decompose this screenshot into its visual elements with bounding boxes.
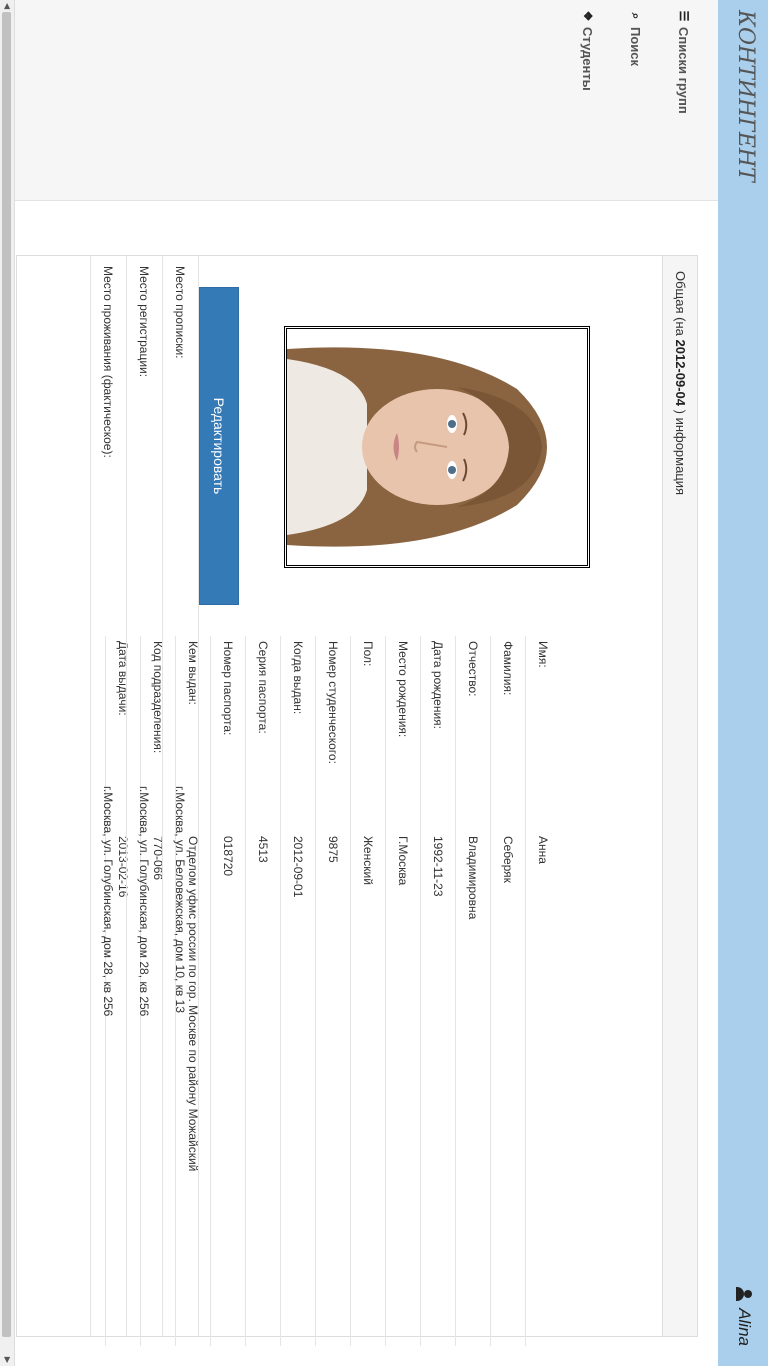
field-label: Когда выдан: bbox=[291, 641, 305, 715]
field-label: Место рождения: bbox=[396, 641, 410, 738]
paw-icon: ❖ bbox=[581, 10, 595, 22]
table-row: Фамилия: Себеряк bbox=[490, 636, 525, 1346]
table-row: Пол: Женский bbox=[350, 636, 385, 1346]
field-label: Пол: bbox=[361, 641, 375, 667]
scroll-right-icon[interactable]: ▶ bbox=[3, 1357, 12, 1363]
sidebar-item-search[interactable]: ⌕ Поиск bbox=[612, 10, 660, 200]
table-row: Номер паспорта: 018720 bbox=[210, 636, 245, 1346]
field-value: Г.Москва bbox=[396, 836, 410, 886]
heading-suffix: ) информация bbox=[673, 409, 688, 496]
sidebar-item-groups[interactable]: ☰ Списки групп bbox=[660, 10, 708, 200]
scroll-left-icon[interactable]: ◀ bbox=[3, 3, 12, 9]
field-label: Место регистрации: bbox=[137, 266, 152, 378]
field-value: 1992-11-23 bbox=[431, 836, 445, 897]
address-table: Место прописки: г.Москва, ул. Беловежска… bbox=[90, 256, 199, 1336]
table-row: Место регистрации: г.Москва, ул. Голубин… bbox=[126, 256, 162, 1336]
panel-heading: Общая (на 2012-09-04 ) информация bbox=[662, 256, 697, 1336]
table-row: Отчество: Владимировна bbox=[455, 636, 490, 1346]
table-row: Место прописки: г.Москва, ул. Беловежска… bbox=[162, 256, 198, 1336]
field-value: Себеряк bbox=[501, 836, 515, 883]
field-label: Отчество: bbox=[466, 641, 480, 697]
field-value: Женский bbox=[361, 836, 375, 885]
student-info-panel: Общая (на 2012-09-04 ) информация Редакт… bbox=[16, 255, 698, 1346]
field-label: Имя: bbox=[536, 641, 550, 668]
field-value: г.Москва, ул. Голубинская, дом 28, кв 25… bbox=[137, 786, 152, 1017]
sidebar-item-label: Поиск bbox=[628, 27, 644, 67]
field-value: г.Москва, ул. Голубинская, дом 28, кв 25… bbox=[101, 786, 116, 1017]
heading-prefix: Общая (на bbox=[673, 271, 688, 336]
field-value: 2012-09-01 bbox=[291, 836, 305, 898]
top-navbar: КОНТИНГЕНТ Alina bbox=[718, 0, 768, 1366]
scrollbar-thumb[interactable] bbox=[2, 12, 11, 1337]
field-value: 018720 bbox=[221, 836, 235, 877]
table-row: Имя: Анна bbox=[525, 636, 560, 1346]
user-menu[interactable]: Alina bbox=[734, 1286, 754, 1346]
heading-date: 2012-09-04 bbox=[673, 339, 688, 407]
edit-button[interactable]: Редактировать bbox=[199, 287, 239, 605]
field-value: г.Москва, ул. Беловежская, дом 10, кв 13 bbox=[173, 786, 188, 1013]
app-brand[interactable]: КОНТИНГЕНТ bbox=[733, 10, 758, 182]
portrait-image bbox=[287, 329, 587, 565]
user-icon bbox=[736, 1286, 752, 1302]
field-label: Номер студенческого: bbox=[326, 641, 340, 764]
sidebar: ☰ Списки групп ⌕ Поиск ❖ Студенты bbox=[15, 0, 718, 201]
field-value: Владимировна bbox=[466, 836, 480, 920]
page: КОНТИНГЕНТ Alina ☰ Списки групп ⌕ Поиск … bbox=[0, 0, 768, 1366]
horizontal-scrollbar[interactable]: ◀ ▶ bbox=[0, 0, 15, 1366]
sidebar-item-label: Студенты bbox=[580, 27, 596, 91]
field-label: Номер паспорта: bbox=[221, 641, 235, 736]
field-label: Место проживания (фактическое): bbox=[101, 266, 116, 458]
table-row: Дата рождения: 1992-11-23 bbox=[420, 636, 455, 1346]
field-label: Фамилия: bbox=[501, 641, 515, 696]
field-label: Дата рождения: bbox=[431, 641, 445, 729]
student-photo bbox=[284, 326, 590, 568]
table-row: Когда выдан: 2012-09-01 bbox=[280, 636, 315, 1346]
field-value: 9875 bbox=[326, 836, 340, 863]
sidebar-item-label: Списки групп bbox=[676, 27, 692, 114]
sidebar-item-students[interactable]: ❖ Студенты bbox=[564, 10, 612, 200]
field-value: Анна bbox=[536, 836, 550, 864]
table-row: Номер студенческого: 9875 bbox=[315, 636, 350, 1346]
table-row: Место рождения: Г.Москва bbox=[385, 636, 420, 1346]
user-name: Alina bbox=[735, 1308, 754, 1346]
field-value: 4513 bbox=[256, 836, 270, 863]
field-label: Место прописки: bbox=[173, 266, 188, 359]
field-label: Серия паспорта: bbox=[256, 641, 270, 734]
table-row: Место проживания (фактическое): г.Москва… bbox=[90, 256, 126, 1336]
list-icon: ☰ bbox=[677, 10, 691, 22]
table-row: Серия паспорта: 4513 bbox=[245, 636, 280, 1346]
binoculars-icon: ⌕ bbox=[629, 12, 644, 20]
